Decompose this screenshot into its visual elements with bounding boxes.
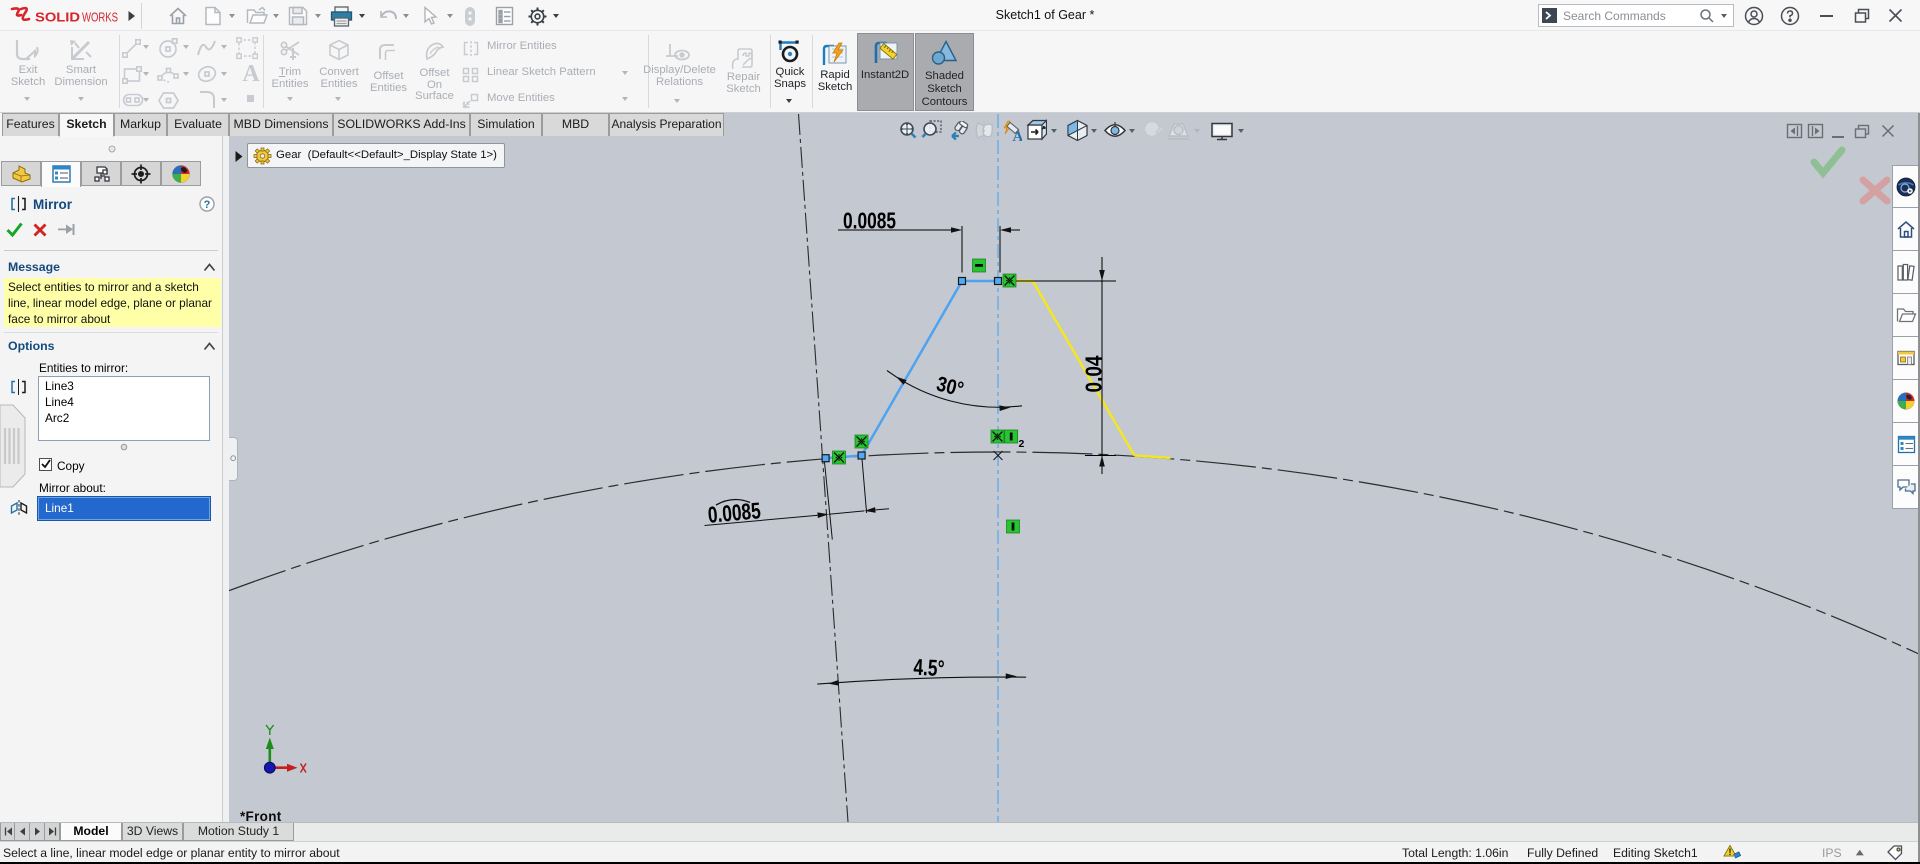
svg-text:*Front: *Front	[240, 809, 282, 822]
svg-text:WORKS: WORKS	[82, 10, 118, 25]
svg-text:!: !	[1729, 847, 1732, 857]
svg-text:0.04: 0.04	[1081, 355, 1107, 392]
svg-text:?: ?	[204, 199, 211, 211]
svg-text:A: A	[1013, 129, 1023, 142]
svg-text:4.5°: 4.5°	[913, 654, 945, 682]
svg-text:SOLID: SOLID	[35, 10, 80, 25]
svg-text:0.0085: 0.0085	[843, 208, 896, 234]
svg-text:0.0085: 0.0085	[707, 497, 762, 528]
svg-text:2: 2	[1019, 438, 1025, 450]
